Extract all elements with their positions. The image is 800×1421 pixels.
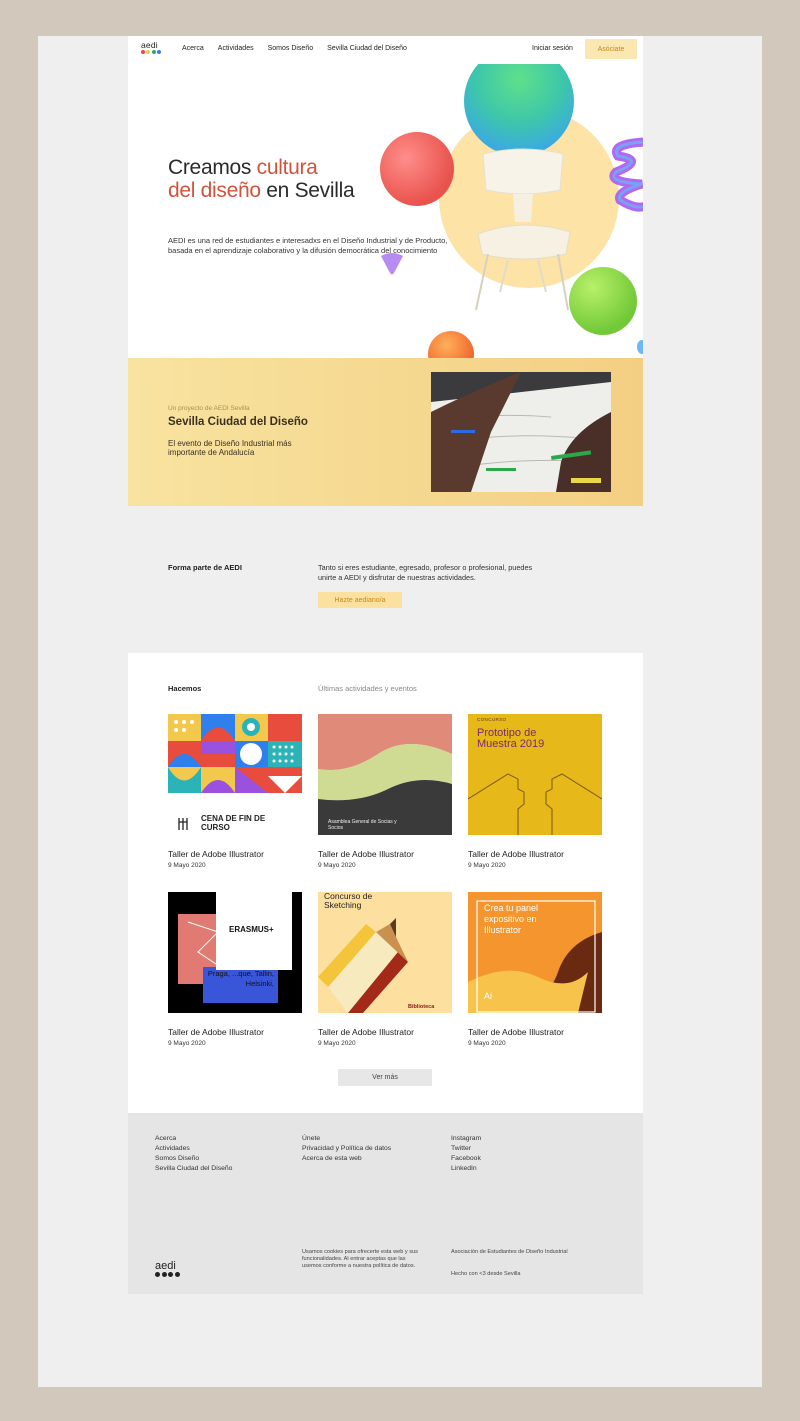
hero-blue-dot xyxy=(637,340,643,354)
card-image-text: ERASMUS+ xyxy=(229,925,274,934)
activity-title: Taller de Adobe Illustrator xyxy=(318,1027,414,1037)
activity-card-image: CONCURSO Prototipo de Muestra 2019 xyxy=(468,714,602,835)
footer-link-privacidad[interactable]: Privacidad y Política de datos xyxy=(302,1144,391,1154)
logo-dots xyxy=(141,50,161,54)
activity-card-image: ERASMUS+ Praga, ...que, Tallin, Helsinki… xyxy=(168,892,302,1013)
activity-card[interactable]: Crea tu panel expositivo en Illustrator … xyxy=(468,892,602,1047)
activity-title: Taller de Adobe Illustrator xyxy=(468,1027,564,1037)
activity-date: 9 Mayo 2020 xyxy=(468,862,506,869)
footer-col-info: Únete Privacidad y Política de datos Ace… xyxy=(302,1134,391,1164)
activity-card-image: CENA DE FIN DE CURSO xyxy=(168,714,302,835)
card-image-text: Concurso de Sketching xyxy=(324,892,373,910)
hero-title: Creamos cultura del diseño en Sevilla xyxy=(168,156,355,202)
activity-date: 9 Mayo 2020 xyxy=(318,862,356,869)
sevilla-banner[interactable]: Un proyecto de AEDI Sevilla Sevilla Ciud… xyxy=(128,358,643,506)
join-aedi-button[interactable]: Hazte aediano/a xyxy=(318,592,402,608)
banner-kicker: Un proyecto de AEDI Sevilla xyxy=(168,405,250,412)
activity-date: 9 Mayo 2020 xyxy=(168,862,206,869)
footer-link-acerca-web[interactable]: Acerca de esta web xyxy=(302,1154,391,1164)
activity-card[interactable]: Asamblea General de Socias y Socios Tall… xyxy=(318,714,452,869)
hero-chair-illustration xyxy=(475,148,571,311)
footer: Acerca Actividades Somos Diseño Sevilla … xyxy=(128,1113,643,1294)
footer-link-instagram[interactable]: Instagram xyxy=(451,1134,481,1144)
hero-spring-shape xyxy=(609,137,643,212)
card-image-badge: Ai xyxy=(484,991,493,1001)
nav-link-acerca[interactable]: Acerca xyxy=(182,45,204,52)
footer-made-with: Hecho con <3 desde Sevilla xyxy=(451,1271,521,1277)
nav-link-actividades[interactable]: Actividades xyxy=(218,45,254,52)
activity-card[interactable]: ERASMUS+ Praga, ...que, Tallin, Helsinki… xyxy=(168,892,302,1047)
footer-cookies-text: Usamos cookies para ofrecerte esta web y… xyxy=(302,1249,418,1269)
card-image-cities: Praga, ...que, Tallin, Helsinki, xyxy=(207,969,274,988)
card-image-kicker: CONCURSO xyxy=(477,717,507,722)
activity-card-image: Asamblea General de Socias y Socios xyxy=(318,714,452,835)
activity-card-image: Concurso de Sketching Biblioteca xyxy=(318,892,452,1013)
footer-link-linkedin[interactable]: LinkedIn xyxy=(451,1164,481,1174)
activity-title: Taller de Adobe Illustrator xyxy=(468,849,564,859)
banner-title: Sevilla Ciudad del Diseño xyxy=(168,416,308,428)
card-image-text: CENA DE FIN DE CURSO xyxy=(201,814,266,832)
activities-subtitle: Últimas actividades y eventos xyxy=(318,684,417,693)
activities-label: Hacemos xyxy=(168,684,202,693)
join-section: Forma parte de AEDI Tanto si eres estudi… xyxy=(128,506,643,653)
card-image-badge: Biblioteca xyxy=(408,1004,435,1010)
activity-card[interactable]: CONCURSO Prototipo de Muestra 2019 Talle… xyxy=(468,714,602,869)
page: aedi Acerca Actividades Somos Diseño Sev… xyxy=(128,36,643,1294)
footer-link-unete[interactable]: Únete xyxy=(302,1134,391,1144)
footer-logo-text: aedi xyxy=(155,1260,176,1272)
hero: Creamos cultura del diseño en Sevilla AE… xyxy=(128,64,643,358)
nav-link-somos-diseno[interactable]: Somos Diseño xyxy=(268,45,314,52)
footer-link-acerca[interactable]: Acerca xyxy=(155,1134,232,1144)
footer-col-nav: Acerca Actividades Somos Diseño Sevilla … xyxy=(155,1134,232,1174)
footer-link-sevilla-ciudad[interactable]: Sevilla Ciudad del Diseño xyxy=(155,1164,232,1174)
activity-card[interactable]: CENA DE FIN DE CURSO Taller de Adobe Ill… xyxy=(168,714,302,869)
join-text: Tanto si eres estudiante, egresado, prof… xyxy=(318,563,533,582)
activity-date: 9 Mayo 2020 xyxy=(468,1040,506,1047)
footer-col-social: Instagram Twitter Facebook LinkedIn xyxy=(451,1134,481,1174)
activity-title: Taller de Adobe Illustrator xyxy=(168,1027,264,1037)
activity-date: 9 Mayo 2020 xyxy=(168,1040,206,1047)
banner-photo xyxy=(431,372,611,492)
join-button[interactable]: Asóciate xyxy=(585,39,637,59)
hero-title-accent-2: del diseño xyxy=(168,179,261,202)
top-nav: aedi Acerca Actividades Somos Diseño Sev… xyxy=(128,36,643,64)
footer-logo[interactable]: aedi xyxy=(155,1261,180,1277)
activity-title: Taller de Adobe Illustrator xyxy=(168,849,264,859)
hero-title-part: Creamos xyxy=(168,156,257,179)
banner-description: El evento de Diseño Industrial más impor… xyxy=(168,439,292,457)
footer-logo-dots xyxy=(155,1272,180,1277)
hero-orange-sphere xyxy=(428,331,474,358)
see-more-button[interactable]: Ver más xyxy=(338,1069,432,1086)
hero-title-part-2: en Sevilla xyxy=(260,179,355,202)
hero-description: AEDI es una red de estudiantes e interes… xyxy=(168,236,448,255)
hero-title-accent: cultura xyxy=(256,156,318,179)
activities-section: Hacemos Últimas actividades y eventos CE… xyxy=(128,653,643,1113)
nav-links: Acerca Actividades Somos Diseño Sevilla … xyxy=(182,45,407,52)
footer-link-twitter[interactable]: Twitter xyxy=(451,1144,481,1154)
card-image-text: Asamblea General de Socias y Socios xyxy=(328,819,397,831)
card-image-text: Crea tu panel expositivo en Illustrator xyxy=(484,903,539,935)
footer-link-facebook[interactable]: Facebook xyxy=(451,1154,481,1164)
logo-text: aedi xyxy=(141,40,158,50)
footer-link-actividades[interactable]: Actividades xyxy=(155,1144,232,1154)
activity-title: Taller de Adobe Illustrator xyxy=(318,849,414,859)
login-link[interactable]: Iniciar sesión xyxy=(532,45,573,52)
hero-lime-sphere xyxy=(569,267,637,335)
activity-date: 9 Mayo 2020 xyxy=(318,1040,356,1047)
join-title: Forma parte de AEDI xyxy=(168,563,242,572)
logo[interactable]: aedi xyxy=(141,41,161,59)
nav-link-sevilla-ciudad[interactable]: Sevilla Ciudad del Diseño xyxy=(327,45,407,52)
activity-card-image: Crea tu panel expositivo en Illustrator … xyxy=(468,892,602,1013)
activity-card[interactable]: Concurso de Sketching Biblioteca Taller … xyxy=(318,892,452,1047)
footer-association: Asociación de Estudiantes de Diseño Indu… xyxy=(451,1249,568,1255)
footer-link-somos-diseno[interactable]: Somos Diseño xyxy=(155,1154,232,1164)
card-image-text: Prototipo de Muestra 2019 xyxy=(477,727,545,750)
hero-red-sphere xyxy=(380,132,454,206)
